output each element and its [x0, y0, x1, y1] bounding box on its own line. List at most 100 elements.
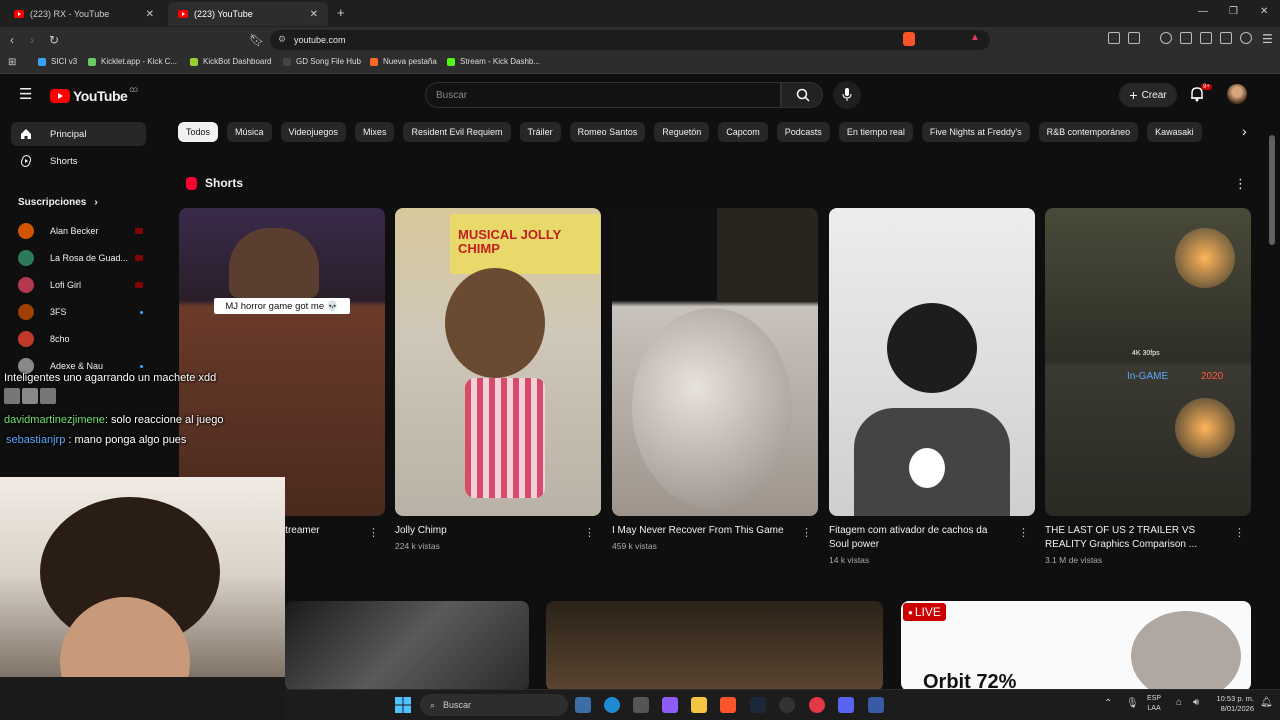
chip[interactable]: Five Nights at Freddy's: [921, 122, 1030, 142]
minimize-icon[interactable]: —: [1198, 6, 1208, 17]
subscription-item[interactable]: 8cho: [18, 331, 143, 347]
microphone-tray-icon[interactable]: 🎙︎: [1126, 698, 1139, 709]
chip[interactable]: R&B contemporáneo: [1038, 122, 1139, 142]
network-icon[interactable]: ⌂: [1176, 697, 1182, 708]
video-thumbnail-room[interactable]: [546, 601, 883, 691]
chip[interactable]: Romeo Santos: [569, 122, 646, 142]
short-card[interactable]: 4K 30fps In-GAME 2020 THE LAST OF US 2 T…: [1045, 208, 1251, 565]
bookmark-kicklet[interactable]: Kicklet.app - Kick C...: [88, 57, 177, 66]
short-title[interactable]: Jolly Chimp: [395, 524, 575, 538]
chip[interactable]: Mixes: [354, 122, 395, 142]
forward-icon[interactable]: ›: [30, 33, 34, 47]
obs-icon[interactable]: [779, 697, 795, 713]
brave-shield-icon[interactable]: [903, 32, 915, 46]
address-bar[interactable]: ⚙ youtube.com ▲: [270, 30, 990, 50]
short-card[interactable]: MUSICAL JOLLY CHIMP Jolly Chimp 224 k vi…: [395, 208, 601, 551]
page-scrollbar[interactable]: [1269, 135, 1275, 245]
short-thumbnail[interactable]: 4K 30fps In-GAME 2020: [1045, 208, 1251, 516]
taskbar-search[interactable]: ⌕ Buscar: [420, 694, 568, 716]
more-options-icon[interactable]: ⋮: [801, 526, 812, 539]
chip[interactable]: Capcom: [718, 122, 768, 142]
back-icon[interactable]: ‹: [10, 33, 14, 47]
bookmark-kickbot[interactable]: KickBot Dashboard: [190, 57, 271, 66]
shorts-more-options-icon[interactable]: ⋮: [1234, 176, 1247, 192]
reload-icon[interactable]: ↻: [49, 33, 59, 47]
file-explorer-icon[interactable]: [691, 697, 707, 713]
search-button[interactable]: [781, 82, 823, 108]
chip[interactable]: Kawasaki: [1147, 122, 1202, 142]
sidebar-toggle-icon[interactable]: [1180, 32, 1192, 44]
site-info-icon[interactable]: ⚙: [278, 34, 286, 45]
media-icon[interactable]: [1160, 32, 1172, 44]
hamburger-menu-icon[interactable]: ☰: [19, 85, 32, 103]
bookmark-gd-song[interactable]: GD Song File Hub: [283, 57, 361, 66]
chip[interactable]: Videojuegos: [280, 122, 346, 142]
wallet-icon[interactable]: [1200, 32, 1212, 44]
more-options-icon[interactable]: ⋮: [584, 526, 595, 539]
voice-search-button[interactable]: [833, 81, 861, 109]
close-tab-icon[interactable]: ✕: [146, 9, 154, 20]
edge-icon[interactable]: [604, 697, 620, 713]
video-thumbnail-live[interactable]: ● LIVE Orbit 72%: [901, 601, 1251, 691]
youtube-logo[interactable]: YouTube CO: [50, 88, 138, 104]
bookmark-sici[interactable]: SICI v3: [38, 57, 77, 66]
app-icon[interactable]: [868, 697, 884, 713]
short-card[interactable]: I May Never Recover From This Game 459 k…: [612, 208, 818, 551]
browser-menu-icon[interactable]: ☰: [1262, 32, 1273, 46]
more-options-icon[interactable]: ⋮: [1018, 526, 1029, 539]
chip[interactable]: Reguetón: [654, 122, 710, 142]
chip[interactable]: Tráiler: [519, 122, 561, 142]
bookmark-nueva-pestana[interactable]: Nueva pestaña: [370, 57, 437, 66]
brave-browser-icon[interactable]: [720, 697, 736, 713]
chips-next-arrow-icon[interactable]: ›: [1242, 123, 1247, 139]
video-thumbnail-resident-evil[interactable]: [285, 601, 529, 691]
chip[interactable]: Podcasts: [776, 122, 830, 142]
search-input[interactable]: Buscar: [425, 82, 781, 108]
sidebar-item-shorts[interactable]: Shorts: [11, 149, 146, 173]
steam-icon[interactable]: [750, 697, 766, 713]
short-card[interactable]: Fitagem com ativador de cachos da Soul p…: [829, 208, 1035, 565]
close-tab-icon[interactable]: ✕: [310, 9, 318, 20]
chip-todos[interactable]: Todos: [178, 122, 219, 142]
close-window-icon[interactable]: ✕: [1260, 6, 1268, 17]
task-view-icon[interactable]: [575, 697, 591, 713]
chip[interactable]: En tiempo real: [838, 122, 913, 142]
create-button[interactable]: + Crear: [1119, 83, 1177, 107]
short-title[interactable]: THE LAST OF US 2 TRAILER VS REALITY Grap…: [1045, 524, 1225, 552]
extensions-icon[interactable]: [1108, 32, 1120, 44]
subscription-item[interactable]: 3FS: [18, 304, 143, 320]
short-thumbnail[interactable]: MUSICAL JOLLY CHIMP: [395, 208, 601, 516]
subscription-item[interactable]: Lofi Girl: [18, 277, 143, 293]
bookmark-kick-stream[interactable]: Stream - Kick Dashb...: [447, 57, 540, 66]
browser-tab-rx[interactable]: (223) RX - YouTube ✕: [4, 2, 164, 26]
tray-overflow-icon[interactable]: ⌃: [1104, 698, 1112, 709]
notification-center-icon[interactable]: 🔔︎: [1260, 697, 1273, 708]
subscription-item[interactable]: La Rosa de Guad...: [18, 250, 143, 266]
brave-rewards-icon[interactable]: ▲: [970, 32, 980, 43]
short-thumbnail[interactable]: [612, 208, 818, 516]
youtube-music-icon[interactable]: [809, 697, 825, 713]
chip[interactable]: Resident Evil Requiem: [403, 122, 511, 142]
windows-start-icon[interactable]: [395, 697, 411, 713]
subscription-item[interactable]: Alan Becker: [18, 223, 143, 239]
volume-icon[interactable]: 🔊︎: [1193, 697, 1199, 708]
subscriptions-header[interactable]: Suscripciones ›: [18, 197, 98, 208]
vpn-icon[interactable]: [1240, 32, 1252, 44]
browser-tab-youtube[interactable]: (223) YouTube ✕: [168, 2, 328, 26]
short-title[interactable]: I May Never Recover From This Game: [612, 524, 792, 538]
discord-icon[interactable]: [838, 697, 854, 713]
short-thumbnail[interactable]: [829, 208, 1035, 516]
language-indicator[interactable]: ESP LAA: [1147, 694, 1161, 714]
leo-ai-icon[interactable]: [1220, 32, 1232, 44]
short-title[interactable]: Fitagem com ativador de cachos da Soul p…: [829, 524, 1009, 552]
more-options-icon[interactable]: ⋮: [1234, 526, 1245, 539]
copilot-icon[interactable]: [662, 697, 678, 713]
screenshot-icon[interactable]: [1128, 32, 1140, 44]
more-options-icon[interactable]: ⋮: [368, 526, 379, 539]
apps-grid-icon[interactable]: ⊞: [8, 57, 16, 68]
maximize-icon[interactable]: ❐: [1229, 6, 1238, 17]
sidebar-item-principal[interactable]: Principal: [11, 122, 146, 146]
store-icon[interactable]: [633, 697, 649, 713]
clock[interactable]: 10:53 p. m. 8/01/2026: [1210, 694, 1254, 714]
chip[interactable]: Música: [227, 122, 272, 142]
